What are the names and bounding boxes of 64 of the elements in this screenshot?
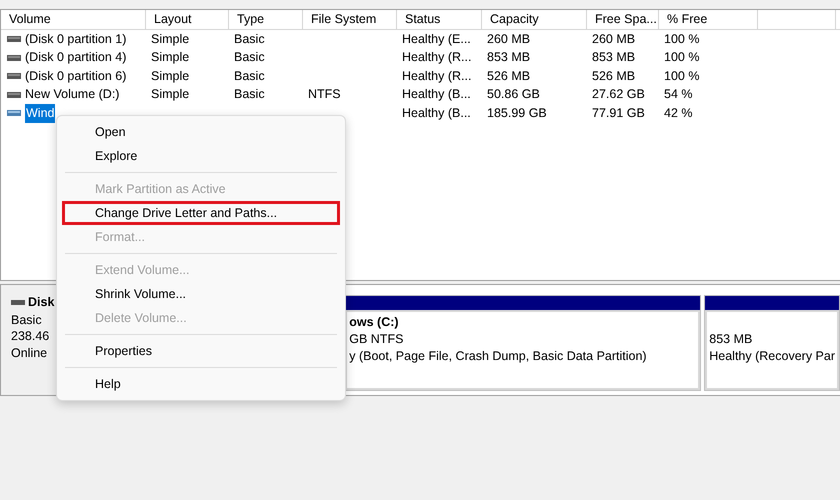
menu-item[interactable]: Shrink Volume... xyxy=(65,282,337,306)
table-cell: 526 MB xyxy=(487,68,530,83)
table-cell: 853 MB xyxy=(592,50,636,64)
disk-info: 238.46 xyxy=(11,328,50,345)
table-cell: 185.99 GB xyxy=(487,106,547,120)
partition-info: 853 MB xyxy=(709,331,754,348)
table-cell: 27.62 GB xyxy=(592,87,645,102)
column-header[interactable]: Volume xyxy=(1,10,146,29)
table-cell: 526 MB xyxy=(592,68,636,83)
table-cell: NTFS xyxy=(308,87,341,102)
table-cell: 100 % xyxy=(664,50,700,64)
partition-info: Healthy (Recovery Par xyxy=(709,348,835,365)
table-cell: Healthy (R... xyxy=(402,68,472,83)
table-cell: Basic xyxy=(234,68,265,83)
table-cell: 100 % xyxy=(664,68,700,83)
volume-name[interactable]: (Disk 0 partition 6) xyxy=(25,66,126,86)
partition-block[interactable]: ows (C:) GB NTFS y (Boot, Page File, Crash Dump, Basic Data Partition) xyxy=(344,295,702,391)
menu-item[interactable]: Change Drive Letter and Paths... xyxy=(62,201,340,225)
table-cell: Simple xyxy=(151,32,190,46)
partition-block[interactable]: 853 MB Healthy (Recovery Par xyxy=(704,295,840,391)
volume-name[interactable]: Wind xyxy=(25,104,56,123)
column-header[interactable]: % Free xyxy=(659,10,758,29)
table-cell: Basic xyxy=(234,32,265,46)
table-cell: 77.91 GB xyxy=(592,106,645,120)
disk-info: Basic xyxy=(11,312,42,328)
table-cell: 853 MB xyxy=(487,50,530,64)
table-cell: Healthy (E... xyxy=(402,32,471,46)
drive-icon xyxy=(7,92,21,98)
menu-item[interactable]: Properties xyxy=(65,339,337,363)
table-cell: Basic xyxy=(234,50,265,64)
table-cell: Basic xyxy=(234,87,265,102)
table-cell: Simple xyxy=(151,87,190,102)
column-header[interactable]: Status xyxy=(397,10,482,29)
disk-info: Online xyxy=(11,344,48,362)
volume-name[interactable]: (Disk 0 partition 1) xyxy=(25,30,126,49)
partition-info: GB NTFS xyxy=(349,331,404,348)
table-cell: Healthy (B... xyxy=(402,87,471,102)
volume-name[interactable]: New Volume (D:) xyxy=(25,85,120,104)
drive-icon xyxy=(7,73,21,80)
column-header[interactable]: Layout xyxy=(146,10,229,29)
partition-info: y (Boot, Page File, Crash Dump, Basic Data Partition) xyxy=(349,348,648,365)
table-cell: Healthy (R... xyxy=(402,50,472,64)
partition-title: ows (C:) xyxy=(349,314,400,331)
column-header[interactable]: Capacity xyxy=(482,10,587,29)
menu-item[interactable]: Help xyxy=(65,372,337,396)
table-cell: 100 % xyxy=(664,32,700,46)
disk-name: Disk xyxy=(28,294,54,311)
table-cell: 50.86 GB xyxy=(487,87,540,102)
drive-icon xyxy=(7,110,21,116)
table-cell: 260 MB xyxy=(592,32,636,46)
table-cell: Simple xyxy=(151,50,190,64)
menu-item[interactable]: Open xyxy=(65,120,337,144)
table-cell: Simple xyxy=(151,68,190,83)
table-cell: 54 % xyxy=(664,87,692,102)
table-cell: 260 MB xyxy=(487,32,530,46)
volume-name[interactable]: (Disk 0 partition 4) xyxy=(25,48,126,68)
column-header[interactable]: File System xyxy=(303,10,397,29)
menu-item[interactable]: Explore xyxy=(65,144,337,168)
drive-icon xyxy=(7,36,21,42)
drive-icon xyxy=(7,54,21,61)
column-header[interactable]: Free Spa... xyxy=(587,10,659,29)
column-header[interactable]: Type xyxy=(229,10,303,29)
table-cell: Healthy (B... xyxy=(402,106,471,120)
table-cell: 42 % xyxy=(664,106,692,120)
